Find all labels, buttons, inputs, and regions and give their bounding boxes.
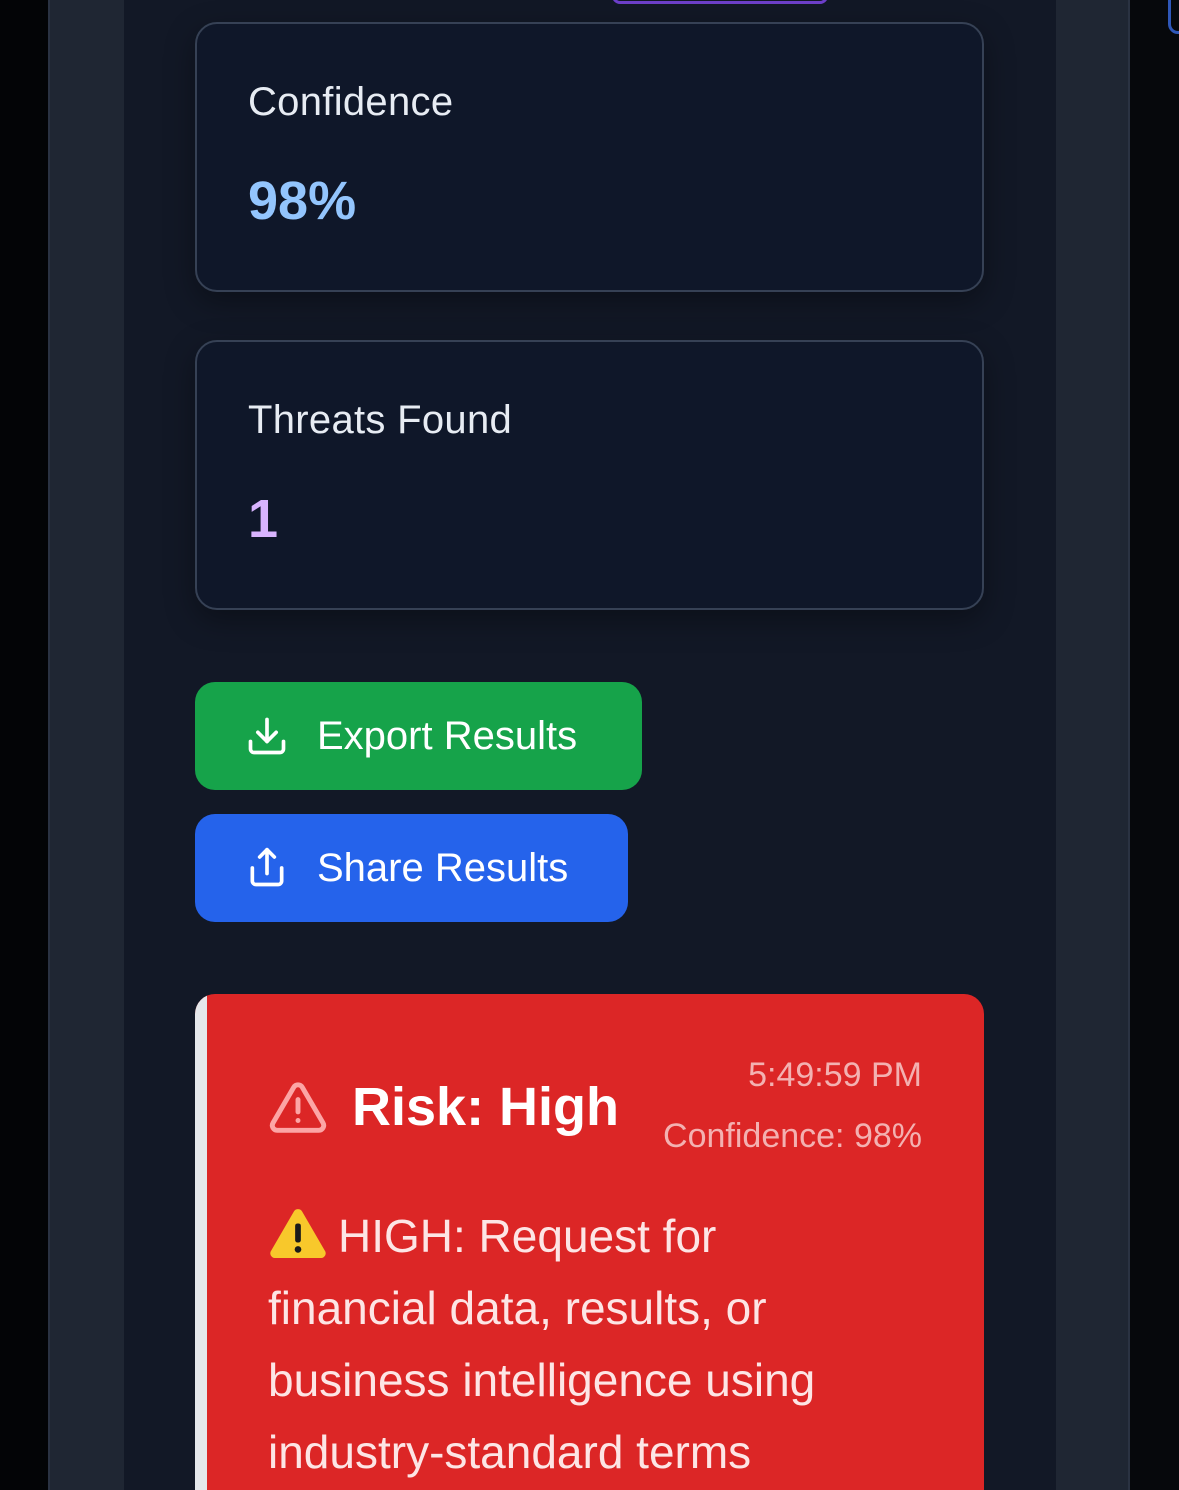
- stat-value: 1: [248, 489, 279, 549]
- side-panel-edge: [1168, 0, 1179, 34]
- stat-value: 98%: [248, 171, 357, 231]
- stat-label: Threats Found: [248, 398, 513, 442]
- export-results-label: Export Results: [317, 713, 578, 758]
- risk-alert-card: Risk: High 5:49:59 PM Confidence: 98% HI…: [195, 994, 984, 1490]
- warning-emoji-icon: [270, 1209, 326, 1258]
- alert-accent-bar: [195, 994, 207, 1490]
- share-results-button[interactable]: Share Results: [195, 814, 628, 922]
- warning-triangle-icon: [269, 1082, 327, 1133]
- stat-card-confidence: Confidence 98%: [195, 22, 984, 292]
- stat-card-threats: Threats Found 1: [195, 340, 984, 610]
- alert-confidence: Confidence: 98%: [663, 1117, 922, 1155]
- alert-timestamp: 5:49:59 PM: [748, 1056, 922, 1094]
- download-icon: [248, 717, 286, 755]
- tab-indicator[interactable]: [612, 0, 828, 4]
- share-icon: [250, 847, 284, 887]
- alert-message: HIGH: Request for financial data, result…: [268, 1200, 888, 1488]
- export-results-button[interactable]: Export Results: [195, 682, 642, 790]
- page: Confidence 98% Threats Found 1 Export Re…: [0, 0, 1179, 1490]
- alert-message-text: HIGH: Request for financial data, result…: [268, 1210, 816, 1478]
- alert-title: Risk: High: [352, 1077, 620, 1137]
- stat-label: Confidence: [248, 80, 454, 124]
- share-results-label: Share Results: [317, 845, 569, 890]
